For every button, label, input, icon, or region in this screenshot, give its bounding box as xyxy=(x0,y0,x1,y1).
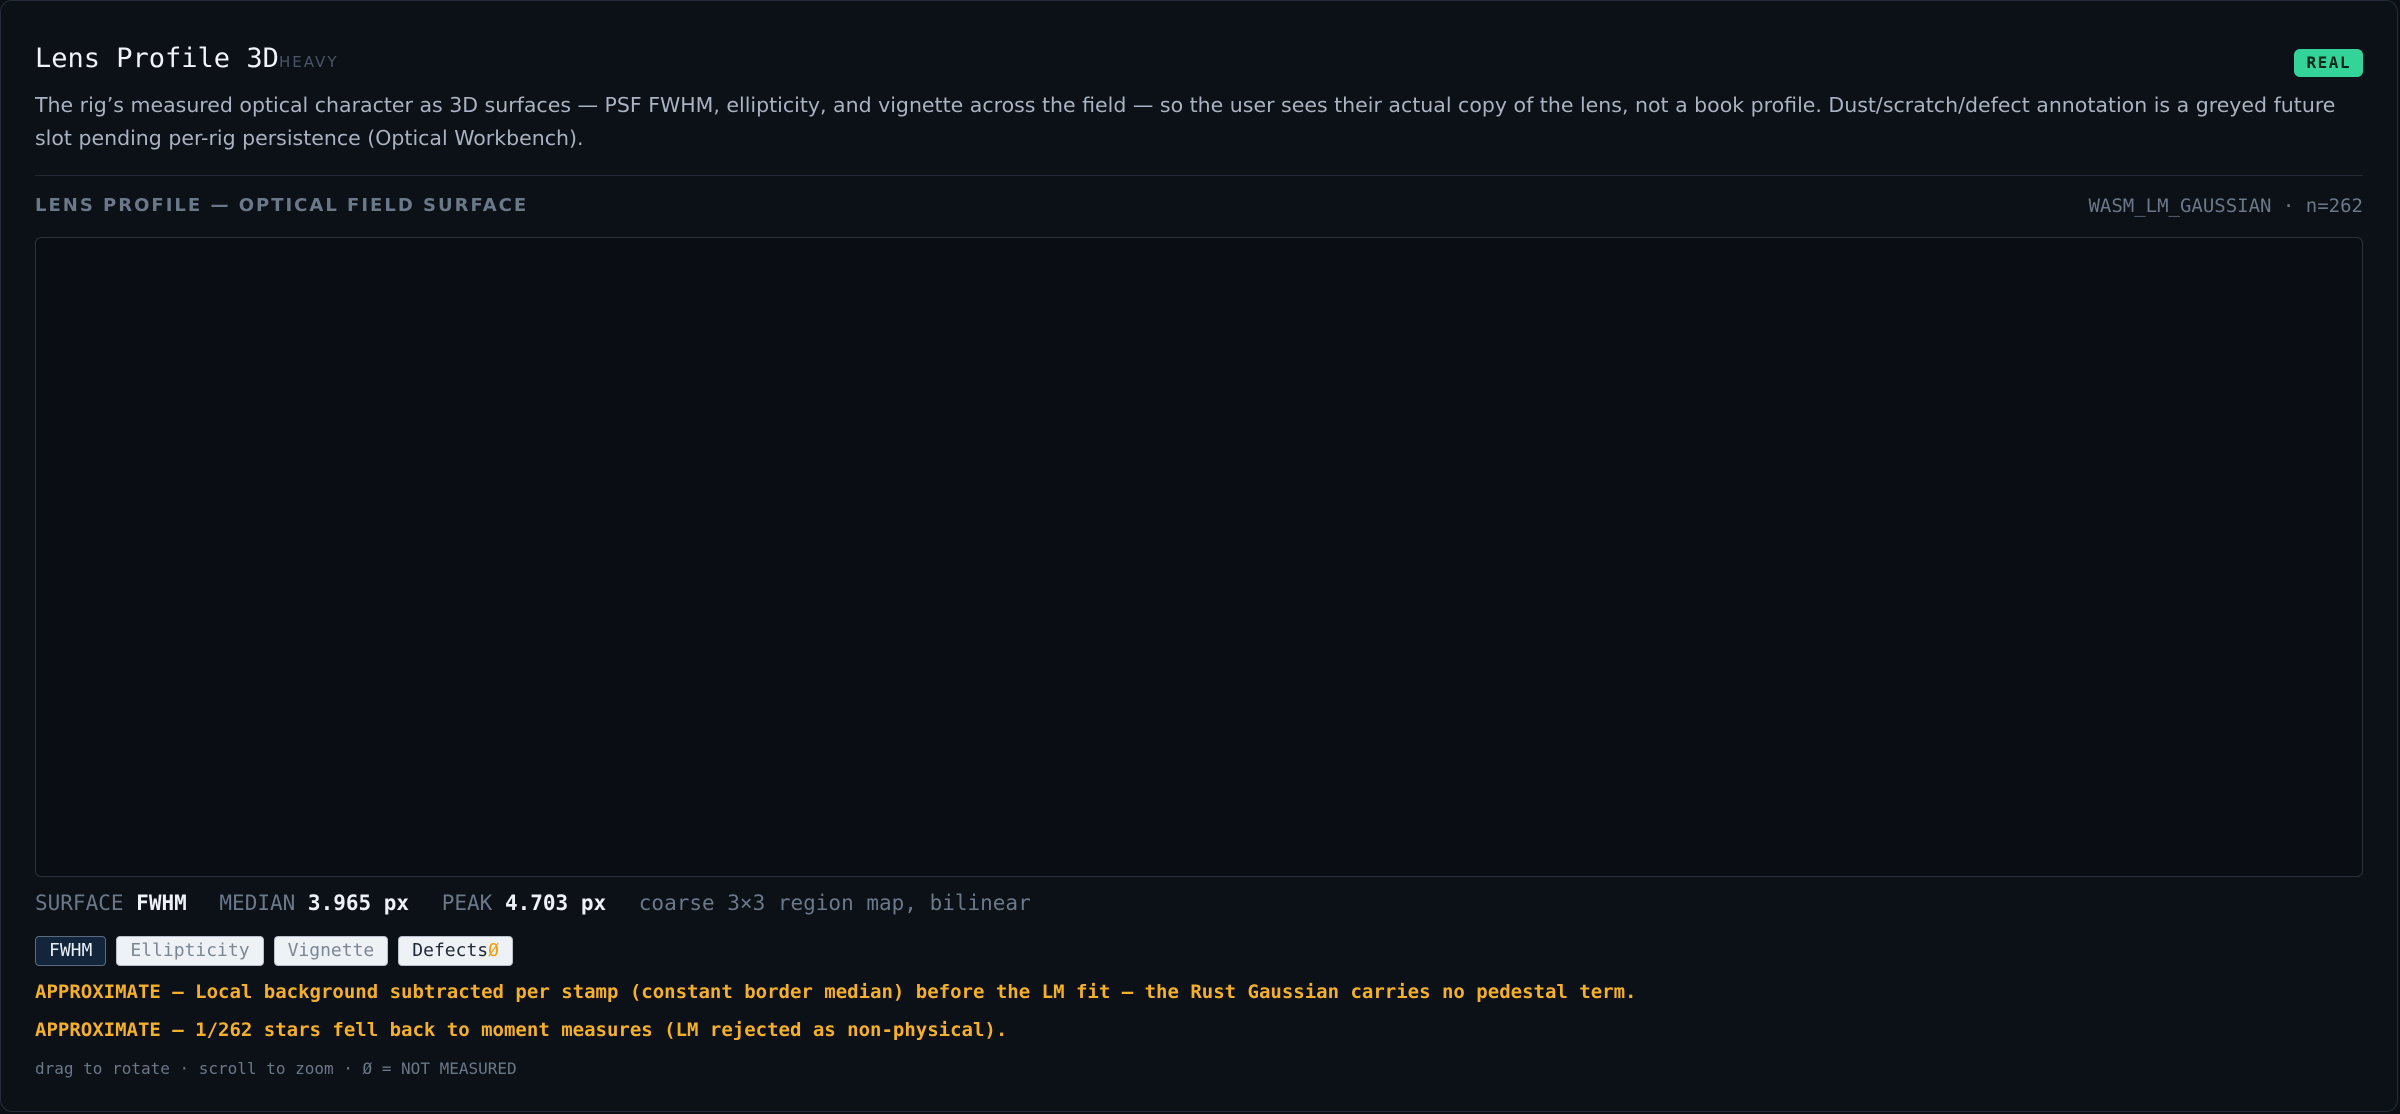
surface-stats: SURFACE FWHM MEDIAN 3.965 px PEAK 4.703 … xyxy=(35,891,2363,921)
tab-fwhm[interactable]: FWHM xyxy=(35,936,107,966)
surface-value: FWHM xyxy=(136,891,187,915)
interaction-hint: drag to rotate · scroll to zoom · Ø = NO… xyxy=(35,1059,517,1078)
surface-tabs: FWHM Ellipticity Vignette DefectsØ xyxy=(35,936,513,966)
tab-vignette[interactable]: Vignette xyxy=(273,936,389,966)
approximate-warning-background: APPROXIMATE — Local background subtracte… xyxy=(35,981,1637,1003)
section-header: LENS PROFILE — OPTICAL FIELD SURFACE WAS… xyxy=(35,195,2363,221)
peak-label: PEAK xyxy=(441,891,493,915)
surface-3d-viewport[interactable] xyxy=(35,237,2363,877)
divider xyxy=(35,175,2363,176)
tab-vignette-label: Vignette xyxy=(287,940,375,961)
tab-ellipticity-label: Ellipticity xyxy=(130,940,250,961)
median-label: MEDIAN xyxy=(219,891,296,915)
median-value: 3.965 px xyxy=(307,891,410,915)
tab-defects[interactable]: DefectsØ xyxy=(398,936,513,966)
not-measured-icon: Ø xyxy=(488,940,499,961)
section-title: LENS PROFILE — OPTICAL FIELD SURFACE xyxy=(35,195,529,216)
peak-value: 4.703 px xyxy=(504,891,607,915)
tab-defects-label: Defects xyxy=(412,940,489,961)
lens-profile-panel: Lens Profile 3D HEAVY REAL The rig’s mea… xyxy=(0,0,2398,1112)
panel-title: Lens Profile 3D xyxy=(35,43,279,74)
fit-source-label: WASM_LM_GAUSSIAN · n=262 xyxy=(2088,195,2363,217)
panel-description: The rig’s measured optical character as … xyxy=(35,93,2336,150)
tab-fwhm-label: FWHM xyxy=(49,940,93,961)
surface-note: coarse 3×3 region map, bilinear xyxy=(638,891,1031,915)
approximate-warning-fallback: APPROXIMATE — 1/262 stars fell back to m… xyxy=(35,1019,1008,1041)
weight-tag: HEAVY xyxy=(279,53,339,71)
surface-label: SURFACE xyxy=(35,891,124,915)
tab-ellipticity[interactable]: Ellipticity xyxy=(116,936,264,966)
status-badge: REAL xyxy=(2294,49,2363,77)
panel-header: Lens Profile 3D HEAVY REAL xyxy=(35,43,2363,83)
